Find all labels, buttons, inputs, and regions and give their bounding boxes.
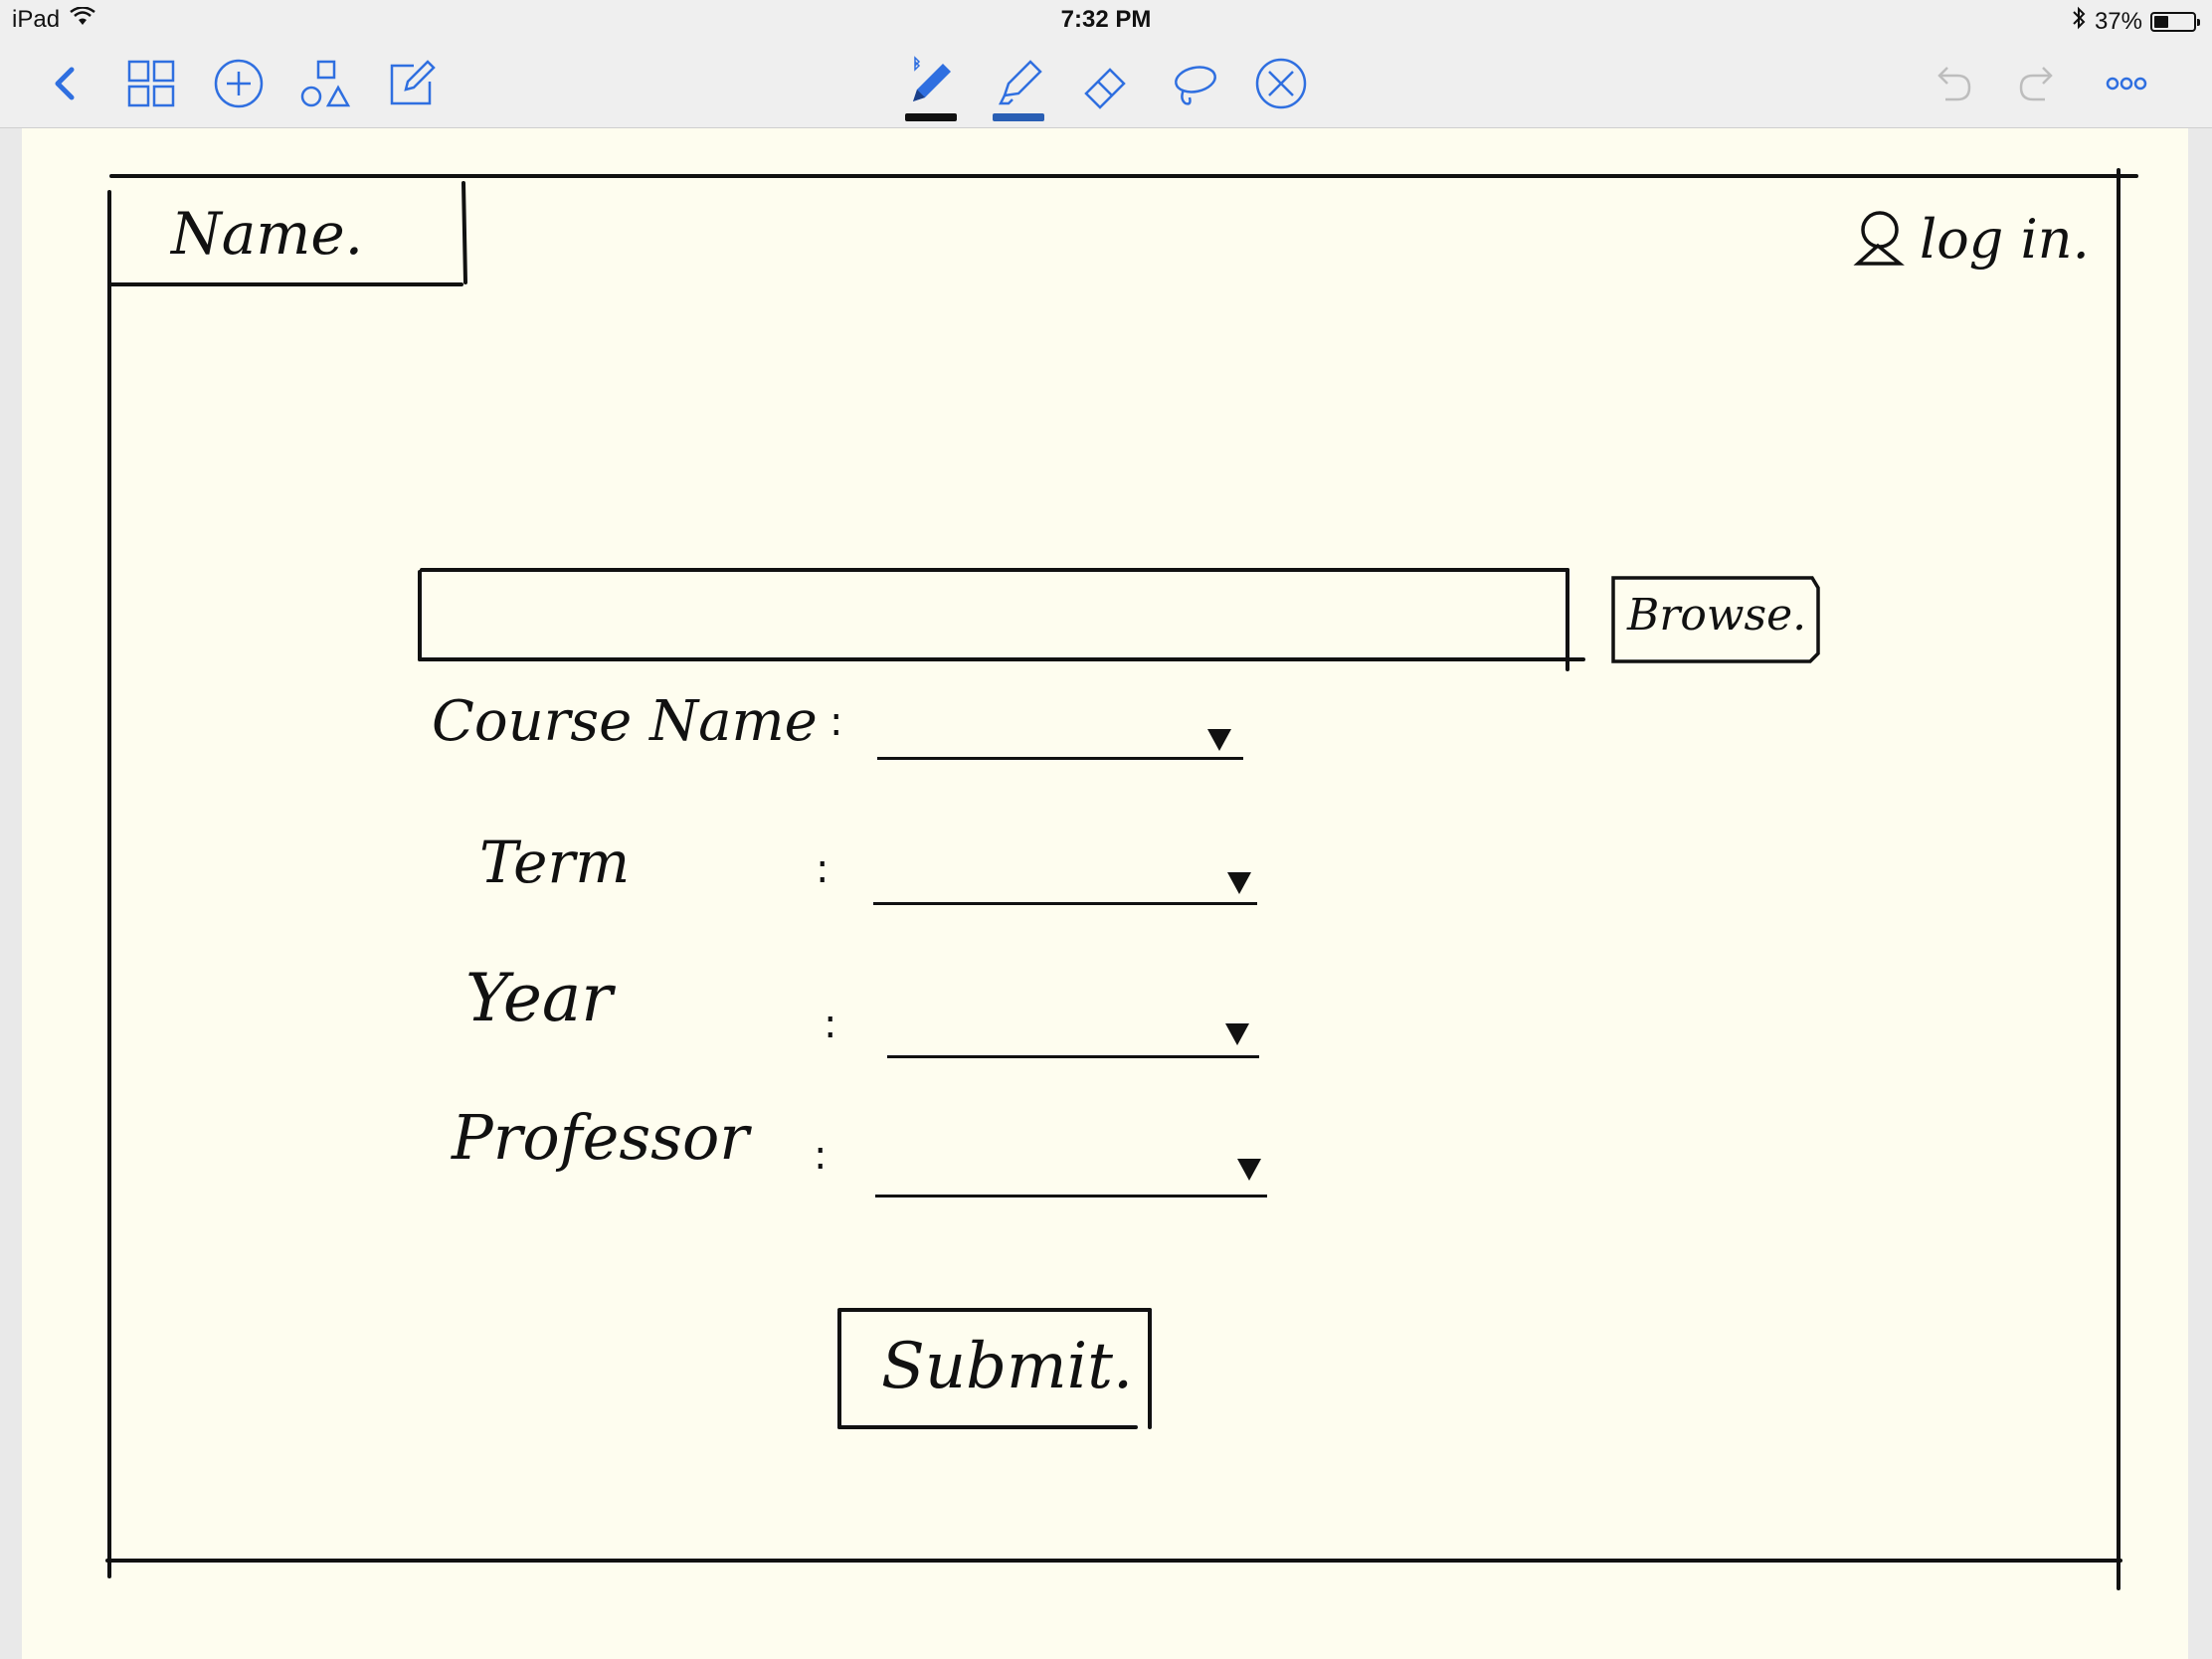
shapes-icon[interactable] <box>296 54 356 113</box>
term-dropdown-arrow-icon <box>1227 872 1251 894</box>
notebook-page[interactable]: Name. log in. Browse. Course Name : Term… <box>22 128 2188 1659</box>
battery-icon <box>2150 11 2200 32</box>
compose-icon[interactable] <box>382 54 442 113</box>
lasso-icon[interactable] <box>1164 54 1223 113</box>
submit-button[interactable]: Submit. <box>881 1330 1133 1403</box>
highlighter-color-indicator <box>993 113 1044 121</box>
file-path-input[interactable] <box>422 574 1566 657</box>
eraser-icon[interactable] <box>1076 54 1136 113</box>
year-dropdown-arrow-icon <box>1225 1023 1249 1045</box>
toolbar <box>0 40 2212 128</box>
professor-dropdown-arrow-icon <box>1237 1159 1261 1181</box>
more-icon[interactable] <box>2097 54 2156 113</box>
year-label: Year <box>465 960 613 1036</box>
grid-icon[interactable] <box>121 54 181 113</box>
add-circle-icon[interactable] <box>209 54 269 113</box>
term-label: Term <box>479 829 631 896</box>
name-tab-label: Name. <box>171 200 364 268</box>
user-icon <box>1853 211 1905 266</box>
battery-percent: 37% <box>2094 7 2142 35</box>
year-colon: : <box>824 1002 837 1047</box>
redo-icon[interactable] <box>2009 54 2069 113</box>
term-colon: : <box>816 846 830 892</box>
wireframe-strokes <box>105 168 2138 1590</box>
course-name-colon: : <box>830 699 843 745</box>
status-right: 37% <box>2071 6 2200 37</box>
bluetooth-icon <box>2071 6 2087 37</box>
clock: 7:32 PM <box>1060 6 1152 33</box>
browse-button[interactable]: Browse. <box>1627 590 1806 641</box>
status-bar: iPad 7:32 PM 37% <box>0 0 2212 40</box>
course-name-label: Course Name <box>432 689 818 754</box>
professor-label: Professor <box>452 1101 749 1174</box>
pen-icon[interactable] <box>901 54 961 121</box>
login-link[interactable]: log in. <box>1920 208 2090 271</box>
back-chevron-icon[interactable] <box>34 54 93 113</box>
course-name-dropdown-arrow-icon <box>1207 729 1231 751</box>
undo-icon[interactable] <box>1922 54 1981 113</box>
pen-selected-indicator <box>905 113 957 121</box>
professor-colon: : <box>814 1133 828 1179</box>
highlighter-icon[interactable] <box>989 54 1048 121</box>
close-circle-icon[interactable] <box>1251 54 1311 113</box>
battery-fill <box>2154 15 2168 28</box>
